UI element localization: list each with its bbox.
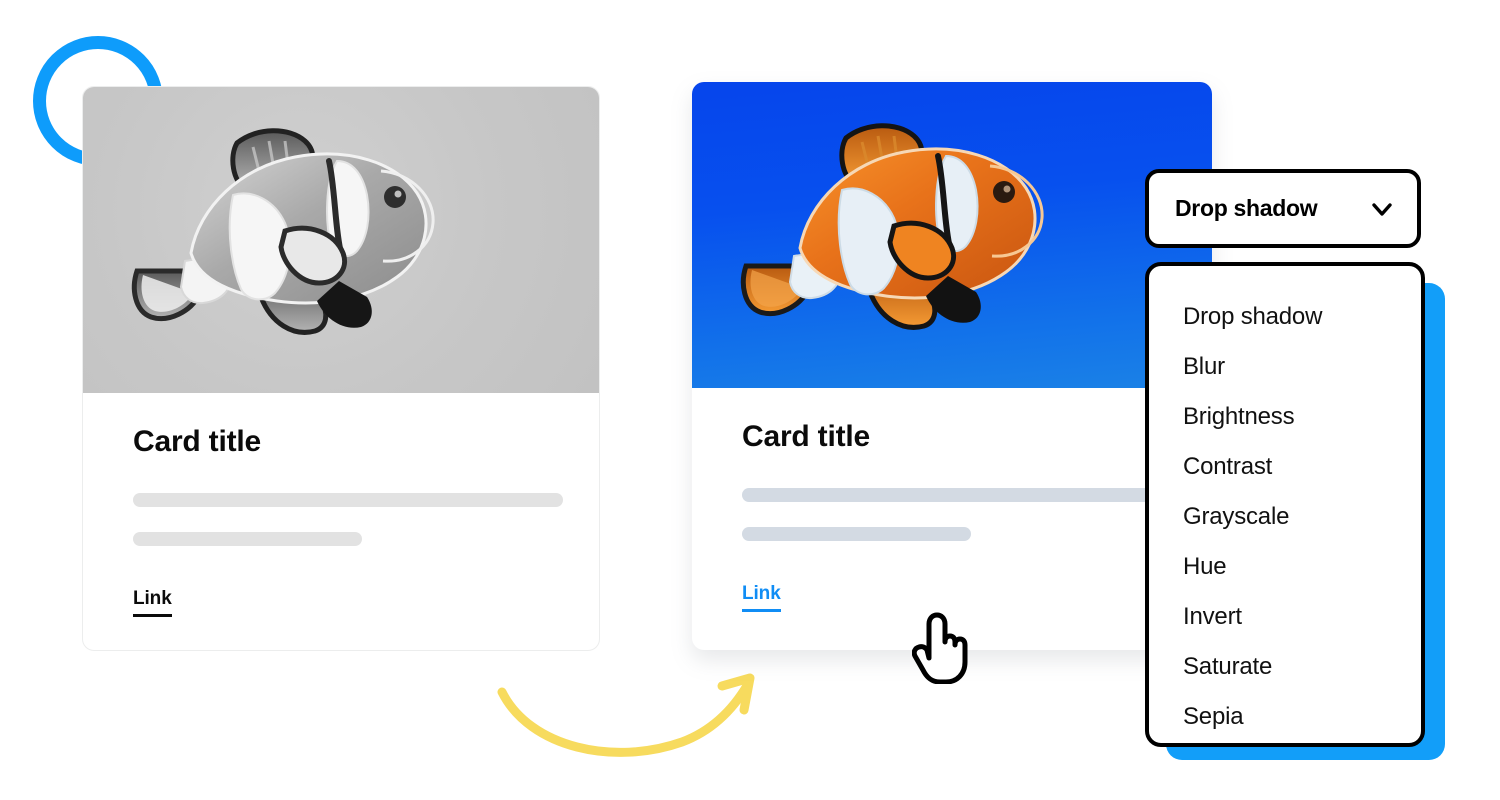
chevron-down-icon [1369, 196, 1395, 222]
card-after-body: Card title Link [692, 388, 1212, 612]
card-after-media [692, 82, 1212, 388]
filter-option-grayscale[interactable]: Grayscale [1149, 492, 1421, 542]
card-after-color[interactable]: Card title Link [692, 82, 1212, 650]
card-after-skeleton-line-1 [742, 488, 1172, 502]
filter-option-blur[interactable]: Blur [1149, 342, 1421, 392]
card-before-link[interactable]: Link [133, 588, 172, 617]
pointing-hand-cursor-icon [912, 612, 968, 684]
card-before-grayscale[interactable]: Card title Link [82, 86, 600, 651]
card-after-link[interactable]: Link [742, 583, 781, 612]
filter-select-options-panel[interactable]: Drop shadow Blur Brightness Contrast Gra… [1145, 262, 1425, 747]
curved-arrow-icon [486, 658, 776, 773]
card-after-skeleton-line-2 [742, 527, 971, 541]
filter-select-value: Drop shadow [1175, 195, 1318, 221]
filter-option-saturate[interactable]: Saturate [1149, 642, 1421, 692]
card-before-body: Card title Link [83, 393, 599, 617]
clownfish-color-image [738, 106, 1068, 356]
card-before-media [83, 87, 599, 393]
card-before-title: Card title [133, 425, 262, 458]
clownfish-grayscale-image [129, 111, 459, 361]
filter-option-contrast[interactable]: Contrast [1149, 442, 1421, 492]
card-after-title: Card title [742, 420, 871, 453]
filter-option-invert[interactable]: Invert [1149, 592, 1421, 642]
filter-option-hue[interactable]: Hue [1149, 542, 1421, 592]
filter-option-sepia[interactable]: Sepia [1149, 692, 1421, 742]
card-before-skeleton-line-2 [133, 532, 362, 546]
card-before-skeleton-line-1 [133, 493, 563, 507]
filter-option-brightness[interactable]: Brightness [1149, 392, 1421, 442]
filter-select-trigger[interactable]: Drop shadow [1145, 169, 1421, 248]
filter-option-drop-shadow[interactable]: Drop shadow [1149, 292, 1421, 342]
canvas: Card title Link Card title Link Drop sha… [0, 0, 1500, 800]
